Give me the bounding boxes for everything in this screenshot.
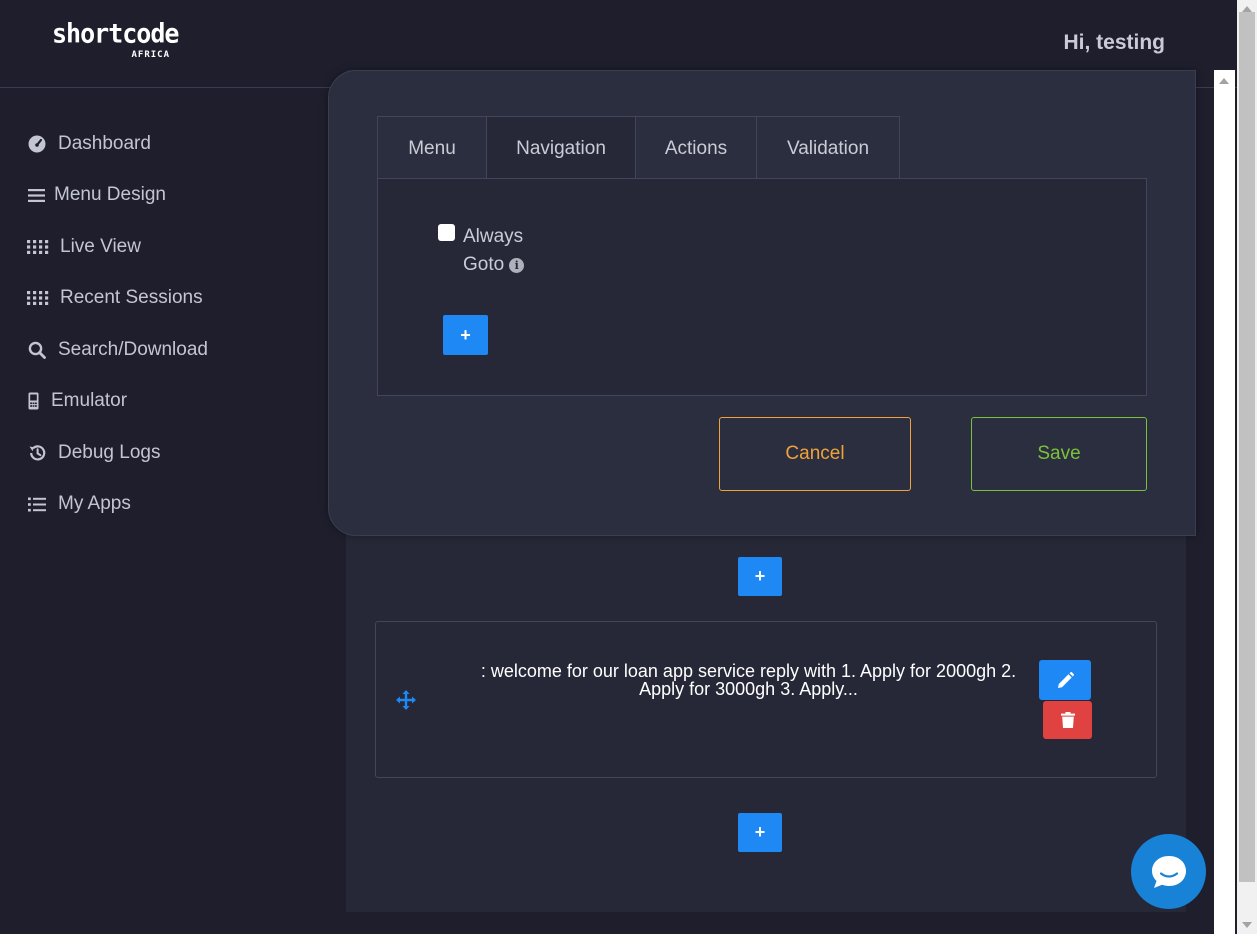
dashboard-icon xyxy=(26,134,48,154)
menu-item-card[interactable]: : welcome for our loan app service reply… xyxy=(375,621,1157,778)
bars-icon xyxy=(26,185,46,205)
move-icon[interactable] xyxy=(396,690,416,710)
sidebar-item-menu-design[interactable]: Menu Design xyxy=(26,180,166,210)
chat-icon xyxy=(1151,855,1186,888)
add-navigation-rule-button[interactable]: + xyxy=(443,315,488,355)
sidebar-item-label: Live View xyxy=(60,236,141,257)
scroll-up-arrow-icon[interactable] xyxy=(1219,78,1229,84)
search-icon xyxy=(26,340,48,360)
chat-widget-button[interactable] xyxy=(1131,834,1206,909)
edit-button[interactable] xyxy=(1039,660,1091,700)
scrollbar-thumb[interactable] xyxy=(1239,12,1255,882)
tab-actions[interactable]: Actions xyxy=(635,116,757,180)
sidebar-item-emulator[interactable]: Emulator xyxy=(26,386,127,416)
list-icon xyxy=(26,494,48,514)
user-greeting[interactable]: Hi, testing xyxy=(1063,31,1165,55)
sidebar-item-search-download[interactable]: Search/Download xyxy=(26,335,208,365)
pencil-icon xyxy=(1057,671,1074,688)
sidebar-item-live-view[interactable]: Live View xyxy=(26,232,141,262)
grid-dots-icon xyxy=(26,237,50,257)
sidebar-item-dashboard[interactable]: Dashboard xyxy=(26,129,151,159)
menu-item-editor-modal: Menu Navigation Actions Validation Alway… xyxy=(328,70,1196,536)
add-menu-item-button[interactable]: + xyxy=(738,813,782,852)
sidebar-item-recent-sessions[interactable]: Recent Sessions xyxy=(26,283,203,313)
history-icon xyxy=(26,443,48,463)
sidebar-item-label: My Apps xyxy=(58,493,131,514)
sidebar-item-my-apps[interactable]: My Apps xyxy=(26,489,131,519)
logo-subtitle: AFRICA xyxy=(131,50,170,60)
logo-wordmark: shortcode xyxy=(52,18,179,49)
sidebar-item-label: Debug Logs xyxy=(58,442,161,463)
tab-validation[interactable]: Validation xyxy=(756,116,900,180)
goto-label: Goto xyxy=(463,254,505,275)
content-scrollbar[interactable] xyxy=(1214,70,1235,934)
info-icon[interactable]: i xyxy=(509,258,525,273)
sidebar: Dashboard Menu Design Live View Recent S… xyxy=(0,89,330,934)
sidebar-item-label: Recent Sessions xyxy=(60,287,203,308)
trash-icon xyxy=(1060,712,1075,728)
menu-item-text: : welcome for our loan app service reply… xyxy=(480,661,1017,699)
page-scrollbar[interactable] xyxy=(1237,0,1257,934)
editor-tabs: Menu Navigation Actions Validation xyxy=(377,116,900,180)
grid-dots-icon xyxy=(26,288,50,308)
sidebar-item-label: Menu Design xyxy=(54,184,166,205)
goto-line: Goto i xyxy=(463,251,525,279)
brand-logo[interactable]: shortcode AFRICA xyxy=(52,18,179,66)
add-menu-item-button[interactable]: + xyxy=(738,557,782,596)
delete-button[interactable] xyxy=(1043,701,1092,739)
sidebar-item-debug-logs[interactable]: Debug Logs xyxy=(26,438,160,468)
save-button[interactable]: Save xyxy=(971,417,1147,491)
always-label: Always xyxy=(463,226,524,247)
sidebar-item-label: Dashboard xyxy=(58,133,151,154)
cancel-button[interactable]: Cancel xyxy=(719,417,911,491)
tab-navigation[interactable]: Navigation xyxy=(486,116,636,180)
sidebar-item-label: Emulator xyxy=(51,390,128,411)
mobile-phone-icon xyxy=(26,391,40,411)
scroll-down-arrow-icon[interactable] xyxy=(1242,922,1252,928)
navigation-tab-panel: Always Goto i + xyxy=(377,178,1147,396)
always-goto-checkbox[interactable] xyxy=(438,224,455,241)
always-goto-label: Always Goto i xyxy=(463,223,525,279)
sidebar-item-label: Search/Download xyxy=(58,339,208,360)
always-goto-option: Always Goto i xyxy=(438,223,525,279)
tab-menu[interactable]: Menu xyxy=(377,116,487,180)
